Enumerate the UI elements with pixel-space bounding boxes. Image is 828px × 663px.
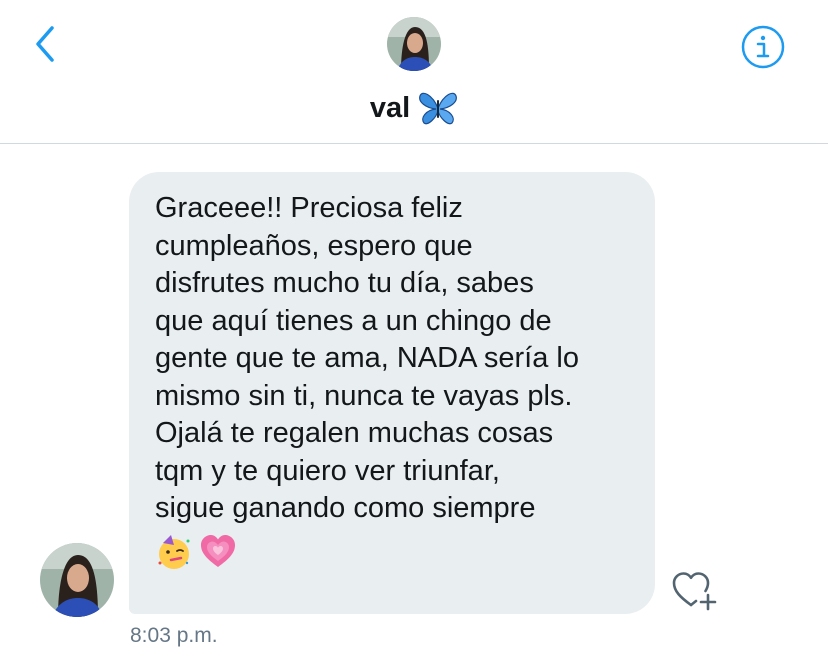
chevron-left-icon bbox=[36, 26, 54, 62]
like-message-button[interactable] bbox=[670, 569, 720, 613]
contact-avatar[interactable] bbox=[387, 17, 441, 71]
partying-face-emoji bbox=[158, 534, 190, 569]
butterfly-emoji bbox=[419, 92, 458, 125]
info-button[interactable] bbox=[740, 24, 786, 70]
conversation-title: val bbox=[0, 88, 828, 128]
message-bubble[interactable]: Graceee!! Preciosa feliz cumpleaños, esp… bbox=[129, 172, 655, 614]
back-button[interactable] bbox=[26, 24, 66, 64]
message-emojis bbox=[155, 532, 629, 572]
contact-name: val bbox=[369, 92, 411, 124]
sender-avatar[interactable] bbox=[40, 543, 114, 617]
message-timestamp: 8:03 p.m. bbox=[130, 624, 218, 647]
info-icon bbox=[741, 25, 785, 69]
message-text: Graceee!! Preciosa feliz cumpleaños, esp… bbox=[155, 192, 579, 524]
growing-heart-emoji bbox=[201, 534, 235, 567]
conversation-header: val bbox=[0, 0, 828, 144]
heart-plus-icon bbox=[672, 572, 717, 611]
